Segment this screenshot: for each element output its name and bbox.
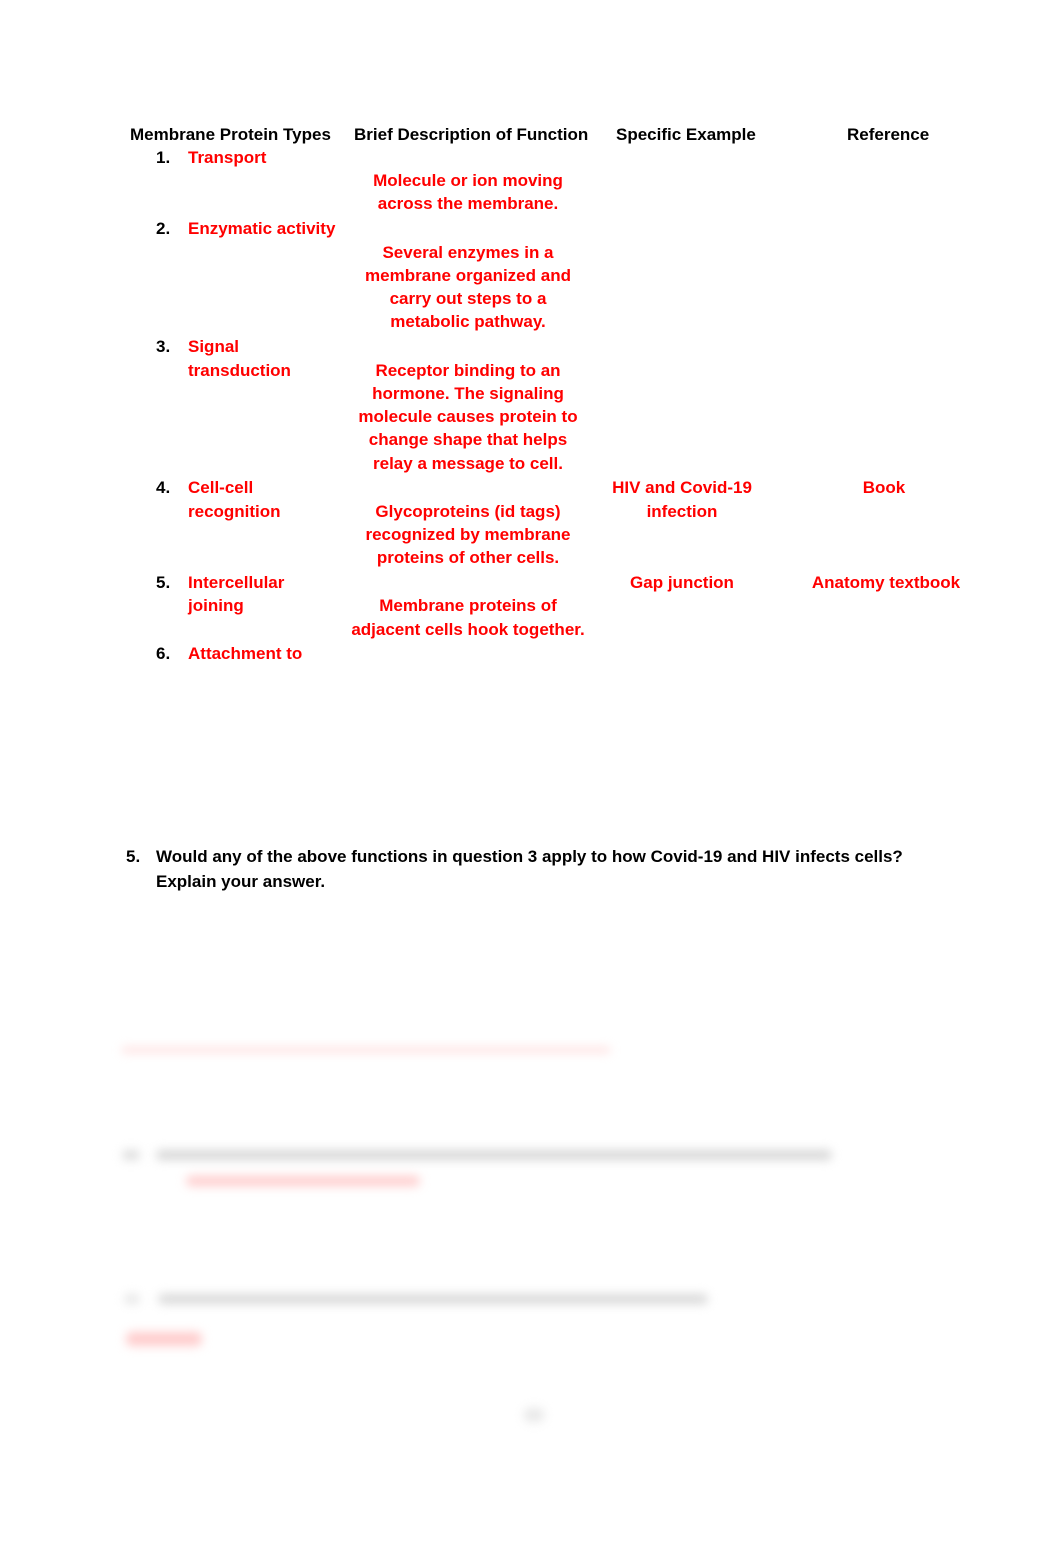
protein-type: Enzymatic activity xyxy=(188,219,336,238)
blurred-page-number xyxy=(524,1408,544,1422)
row-number: 2. xyxy=(156,219,171,238)
description-line: adjacent cells hook together. xyxy=(351,620,585,639)
protein-type: Transport xyxy=(188,148,267,167)
protein-type: recognition xyxy=(188,502,281,521)
specific-example: infection xyxy=(646,502,718,521)
reference: Book xyxy=(862,478,906,497)
row-number: 4. xyxy=(156,478,171,497)
description-line: recognized by membrane xyxy=(365,525,571,544)
blurred-question-text xyxy=(156,1150,832,1160)
specific-example: Gap junction xyxy=(630,573,734,592)
description-line: carry out steps to a xyxy=(389,289,547,308)
protein-type: transduction xyxy=(188,361,291,380)
description-line: metabolic pathway. xyxy=(390,312,546,331)
blurred-question-number xyxy=(124,1294,140,1304)
row-number: 1. xyxy=(156,148,171,167)
header-specific-example: Specific Example xyxy=(616,125,756,144)
question-number: 5. xyxy=(126,847,141,866)
row-number: 5. xyxy=(156,573,171,592)
description-line: hormone. The signaling xyxy=(372,384,564,403)
blurred-answer-text xyxy=(126,1332,202,1346)
description-line: relay a message to cell. xyxy=(373,454,563,473)
description-line: Glycoproteins (id tags) xyxy=(375,502,561,521)
description-line: Molecule or ion moving xyxy=(373,171,563,190)
reference: Anatomy textbook xyxy=(811,573,961,592)
blurred-question-number xyxy=(122,1150,140,1160)
description-line: across the membrane. xyxy=(377,194,559,213)
header-brief-description: Brief Description of Function xyxy=(354,125,589,144)
header-reference: Reference xyxy=(847,125,930,144)
header-membrane-protein-types: Membrane Protein Types xyxy=(130,125,331,144)
question-text: Would any of the above functions in ques… xyxy=(156,847,903,866)
blurred-answer-line xyxy=(122,1048,610,1052)
protein-type: Attachment to xyxy=(188,644,303,663)
blurred-answer-text xyxy=(186,1176,420,1186)
description-line: Membrane proteins of xyxy=(379,596,557,615)
protein-type: Signal xyxy=(188,337,240,356)
row-number: 6. xyxy=(156,644,171,663)
protein-type: Cell-cell xyxy=(188,478,254,497)
protein-type: joining xyxy=(188,596,244,615)
question-text: Explain your answer. xyxy=(156,872,326,891)
description-line: change shape that helps xyxy=(368,430,568,449)
description-line: membrane organized and xyxy=(365,266,571,285)
row-number: 3. xyxy=(156,337,171,356)
protein-type: Intercellular xyxy=(188,573,285,592)
description-line: proteins of other cells. xyxy=(376,548,560,567)
description-line: Several enzymes in a xyxy=(382,243,554,262)
description-line: molecule causes protein to xyxy=(358,407,578,426)
blurred-question-text xyxy=(158,1294,708,1304)
description-line: Receptor binding to an xyxy=(375,361,561,380)
specific-example: HIV and Covid-19 xyxy=(612,478,752,497)
